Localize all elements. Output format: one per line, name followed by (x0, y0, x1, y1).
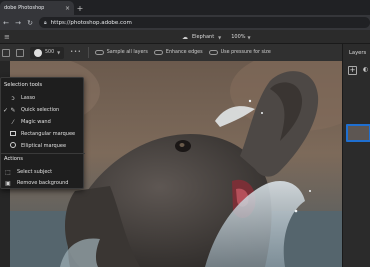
flyout-action-label: Remove background (17, 180, 69, 186)
chevron-down-icon: ▼ (247, 34, 251, 40)
browser-tab-bar: dobe Photoshop × + (0, 0, 370, 15)
layer-image (348, 126, 369, 140)
magic-wand-icon: ⁄ (12, 118, 14, 126)
document-info: ☁ Elephant ▼ 100% ▼ (182, 30, 251, 44)
flyout-item-elliptical-marquee[interactable]: Elliptical marquee (1, 140, 85, 152)
flyout-item-label: Magic wand (21, 119, 51, 125)
flyout-item-magic-wand[interactable]: ⁄ Magic wand (1, 116, 85, 128)
url-text: https://photoshop.adobe.com (50, 19, 132, 26)
toggle-switch[interactable] (208, 50, 218, 55)
selection-tools-header: Selection tools (4, 82, 43, 88)
zoom-select[interactable]: 100% ▼ (231, 34, 250, 40)
sample-all-layers-toggle[interactable]: Sample all layers (94, 50, 148, 55)
close-icon[interactable]: × (65, 5, 70, 12)
layers-panel: Layers + ◐ (342, 44, 370, 267)
flyout-item-lasso[interactable]: ↄ Lasso (1, 92, 85, 104)
flyout-action-label: Select subject (17, 169, 53, 175)
chevron-down-icon[interactable]: ▼ (218, 35, 221, 40)
options-bar: 500 ▼ ••• Sample all layers Enhance edge… (0, 44, 370, 61)
ellipse-marquee-icon (9, 142, 17, 150)
chevron-down-icon: ▼ (57, 50, 61, 55)
flyout-item-label: Elliptical marquee (21, 143, 67, 149)
more-options-icon[interactable]: ••• (70, 50, 82, 55)
cloud-icon: ☁ (182, 33, 188, 41)
layer-thumbnail[interactable] (346, 124, 370, 142)
zoom-value: 100% (231, 34, 246, 40)
subtract-selection-icon[interactable] (16, 48, 24, 57)
flyout-item-label: Lasso (21, 95, 36, 101)
divider (87, 47, 89, 58)
use-pressure-toggle[interactable]: Use pressure for size (208, 50, 271, 55)
toggle-switch[interactable] (153, 50, 163, 55)
add-layer-icon[interactable]: + (348, 66, 357, 75)
layers-title: Layers (349, 50, 367, 56)
use-pressure-label: Use pressure for size (220, 50, 271, 55)
lock-icon: 🔒︎ (44, 19, 47, 26)
app-header: ≡ ☁ Elephant ▼ 100% ▼ (0, 30, 370, 44)
brush-size-value: 500 (45, 50, 55, 55)
actions-header: Actions (4, 156, 23, 162)
document-name[interactable]: Elephant (192, 34, 214, 40)
divider (1, 153, 85, 154)
selection-mode-icon[interactable] (2, 48, 10, 57)
rect-marquee-icon (9, 130, 17, 138)
mask-icon[interactable]: ◐ (363, 66, 370, 75)
quick-selection-icon: ✎ (10, 106, 16, 114)
back-icon[interactable]: ← (3, 19, 9, 27)
brush-size-control[interactable]: 500 ▼ (30, 46, 65, 59)
browser-tab-title: dobe Photoshop (4, 5, 45, 11)
sample-all-layers-label: Sample all layers (106, 50, 148, 55)
remove-background-icon: ▣ (5, 179, 11, 187)
flyout-item-rectangular-marquee[interactable]: Rectangular marquee (1, 128, 85, 140)
browser-tab[interactable]: dobe Photoshop × (0, 1, 74, 15)
enhance-edges-toggle[interactable]: Enhance edges (153, 50, 203, 55)
flyout-item-label: Rectangular marquee (21, 131, 76, 137)
checkmark-icon: ✓ (3, 106, 9, 114)
url-input[interactable]: 🔒︎ https://photoshop.adobe.com (39, 17, 370, 28)
toggle-switch[interactable] (94, 50, 104, 55)
reload-icon[interactable]: ↻ (27, 19, 33, 27)
address-bar: ← → ↻ 🔒︎ https://photoshop.adobe.com (0, 15, 370, 30)
select-subject-icon: ⬚ (5, 168, 11, 176)
menu-icon[interactable]: ≡ (4, 33, 14, 41)
selection-tools-flyout: Selection tools ↄ Lasso ✓ ✎ Quick select… (0, 77, 85, 189)
plus-icon[interactable]: + (74, 1, 86, 15)
lasso-icon: ↄ (11, 94, 15, 102)
brush-icon (34, 48, 42, 57)
enhance-edges-label: Enhance edges (165, 50, 203, 55)
forward-icon[interactable]: → (15, 19, 21, 27)
flyout-item-quick-selection[interactable]: ✓ ✎ Quick selection (1, 104, 85, 116)
flyout-item-label: Quick selection (21, 107, 60, 113)
flyout-action-remove-background[interactable]: ▣ Remove background (1, 177, 85, 189)
